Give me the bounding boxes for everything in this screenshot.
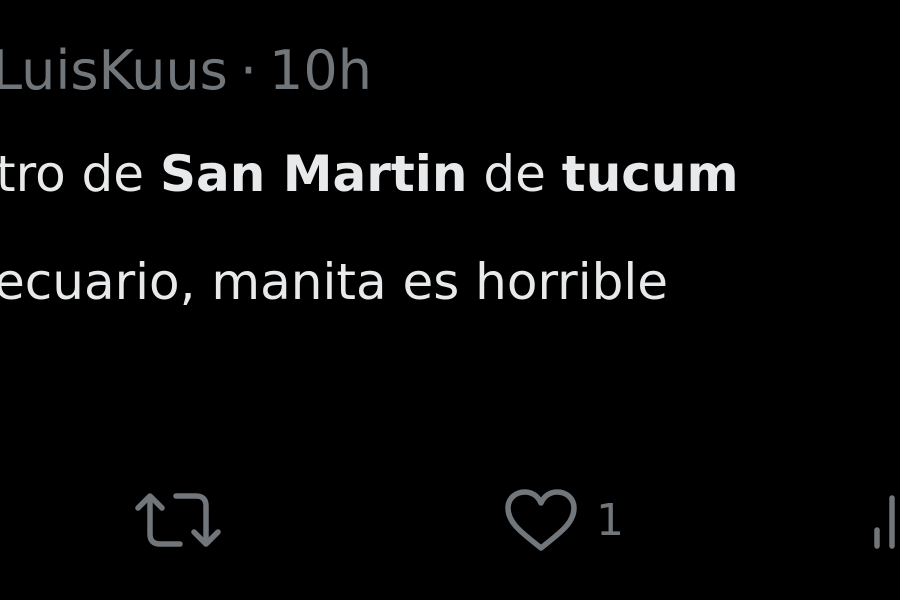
text-segment: de [467, 145, 562, 203]
author-handle[interactable]: LuisKuus [0, 39, 228, 102]
retweet-icon [132, 486, 224, 556]
tweet-card[interactable]: LuisKuus · 10h tro de San Martin de tucum … [0, 0, 900, 600]
views-icon [872, 486, 900, 556]
text-segment: tro de [0, 145, 160, 203]
bold-text-segment: tucum [561, 145, 739, 203]
like-button[interactable]: 1 [502, 486, 624, 556]
views-button[interactable] [872, 486, 900, 556]
like-count: 1 [596, 495, 624, 546]
tweet-text-line-1: tro de San Martin de tucum [0, 142, 739, 206]
tweet-header: LuisKuus · 10h [0, 36, 372, 106]
tweet-text-line-2: ecuario, manita es horrible [0, 253, 668, 311]
header-separator: · [239, 39, 257, 102]
tweet-time[interactable]: 10h [269, 39, 372, 102]
heart-icon [502, 486, 580, 556]
bold-text-segment: San Martin [159, 145, 468, 203]
retweet-button[interactable] [132, 486, 224, 556]
